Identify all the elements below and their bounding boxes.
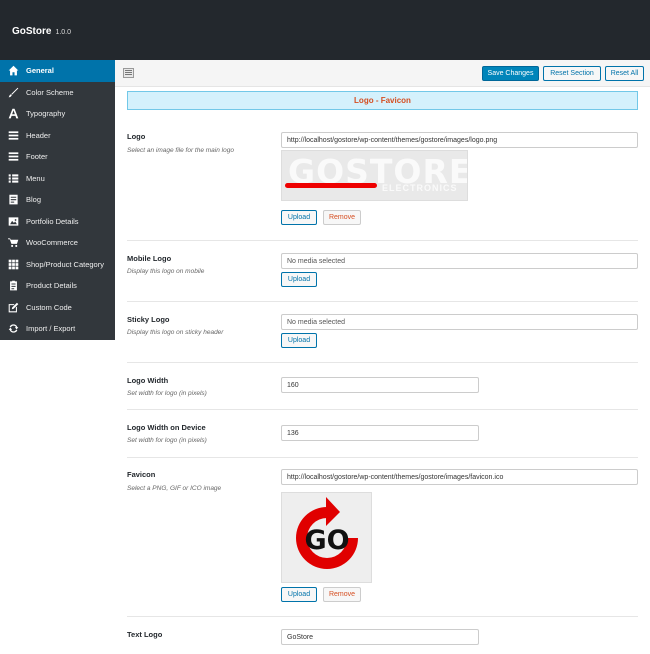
- logo-remove-button[interactable]: Remove: [323, 210, 361, 225]
- favicon-upload-button[interactable]: Upload: [281, 587, 317, 602]
- brand-version: 1.0.0: [55, 29, 72, 36]
- brush-icon: [8, 87, 19, 98]
- text-logo-label: Text Logo: [127, 630, 163, 639]
- cart-icon: [8, 237, 19, 248]
- sidebar-item-footer[interactable]: Footer: [0, 146, 115, 168]
- sidebar-item-label: Product Details: [26, 281, 77, 291]
- logo-width-device-row: Logo Width on Device Set width for logo …: [127, 410, 638, 458]
- sidebar-item-blog[interactable]: Blog: [0, 189, 115, 211]
- edit-icon: [8, 302, 19, 313]
- mobile-logo-upload-button[interactable]: Upload: [281, 272, 317, 287]
- mobile-logo-input[interactable]: No media selected: [281, 253, 638, 269]
- reset-all-button[interactable]: Reset All: [605, 66, 644, 81]
- expand-options-icon[interactable]: [123, 68, 134, 78]
- sidebar-item-label: Header: [26, 130, 51, 140]
- text-logo-row: Text Logo GoStore: [127, 617, 638, 654]
- sidebar-item-label: Shop/Product Category: [26, 259, 104, 269]
- favicon-preview-image: GO: [281, 492, 372, 583]
- sidebar-item-label: Typography: [26, 109, 66, 119]
- sidebar-item-label: Footer: [26, 152, 48, 162]
- sidebar-item-portfolio-details[interactable]: Portfolio Details: [0, 211, 115, 233]
- brand: GoStore 1.0.0: [12, 26, 71, 37]
- sidebar-item-header[interactable]: Header: [0, 125, 115, 147]
- favicon-remove-button[interactable]: Remove: [323, 587, 361, 602]
- sidebar-item-label: General: [26, 66, 54, 76]
- logo-preview-image: GOSTORE ELECTRONICS: [281, 150, 468, 201]
- sidebar-item-product-details[interactable]: Product Details: [0, 275, 115, 297]
- mobile-logo-desc: Display this logo on mobile: [127, 268, 205, 275]
- image-icon: [8, 216, 19, 227]
- mobile-logo-label: Mobile Logo: [127, 254, 172, 263]
- logo-width-device-label: Logo Width on Device: [127, 423, 206, 432]
- sidebar-item-import-export[interactable]: Import / Export: [0, 318, 115, 340]
- reset-section-button[interactable]: Reset Section: [543, 66, 601, 81]
- logo-underline-mark: [285, 183, 377, 188]
- sidebar-item-label: Portfolio Details: [26, 216, 79, 226]
- sticky-logo-upload-button[interactable]: Upload: [281, 333, 317, 348]
- clipboard-icon: [8, 280, 19, 291]
- favicon-go-icon: GO: [296, 497, 358, 569]
- save-changes-button[interactable]: Save Changes: [482, 66, 539, 81]
- menu-lines-icon: [8, 151, 19, 162]
- sidebar-item-label: Import / Export: [26, 324, 76, 334]
- sidebar-item-label: Custom Code: [26, 302, 72, 312]
- options-toolbar: Save Changes Reset Section Reset All: [115, 60, 650, 87]
- sidebar-item-label: Blog: [26, 195, 42, 205]
- refresh-icon: [8, 323, 19, 334]
- home-icon: [8, 65, 19, 76]
- sidebar-item-menu[interactable]: Menu: [0, 168, 115, 190]
- logo-width-desc: Set width for logo (in pixels): [127, 390, 207, 397]
- menu-lines-icon: [8, 130, 19, 141]
- logo-width-device-desc: Set width for logo (in pixels): [127, 437, 207, 444]
- sidebar-item-general[interactable]: General: [0, 60, 115, 82]
- logo-upload-button[interactable]: Upload: [281, 210, 317, 225]
- favicon-text: GO: [304, 525, 349, 556]
- admin-header: GoStore 1.0.0: [0, 0, 650, 60]
- font-icon: [8, 108, 19, 119]
- logo-desc: Select an image file for the main logo: [127, 147, 234, 154]
- sticky-logo-input[interactable]: No media selected: [281, 314, 638, 330]
- favicon-row: Favicon Select a PNG, GIF or ICO image h…: [127, 458, 638, 617]
- logo-preview-sub: ELECTRONICS: [382, 183, 458, 193]
- logo-url-input[interactable]: http://localhost/gostore/wp-content/them…: [281, 132, 638, 148]
- options-sidebar: General Color Scheme Typography Header F…: [0, 60, 115, 340]
- favicon-label: Favicon: [127, 470, 156, 479]
- logo-width-row: Logo Width Set width for logo (in pixels…: [127, 363, 638, 410]
- logo-width-label: Logo Width: [127, 376, 169, 385]
- logo-row: Logo Select an image file for the main l…: [127, 119, 638, 241]
- list-icon: [8, 173, 19, 184]
- sidebar-item-label: Menu: [26, 173, 45, 183]
- logo-label: Logo: [127, 132, 146, 141]
- sidebar-item-typography[interactable]: Typography: [0, 103, 115, 125]
- sidebar-item-color-scheme[interactable]: Color Scheme: [0, 82, 115, 104]
- text-logo-input[interactable]: GoStore: [281, 629, 479, 645]
- favicon-desc: Select a PNG, GIF or ICO image: [127, 485, 222, 492]
- sidebar-item-shop-product-category[interactable]: Shop/Product Category: [0, 254, 115, 276]
- logo-width-input[interactable]: 160: [281, 377, 479, 393]
- grid-icon: [8, 259, 19, 270]
- blog-icon: [8, 194, 19, 205]
- sidebar-item-label: WooCommerce: [26, 238, 78, 248]
- sidebar-item-woocommerce[interactable]: WooCommerce: [0, 232, 115, 254]
- sticky-logo-row: Sticky Logo Display this logo on sticky …: [127, 302, 638, 363]
- mobile-logo-row: Mobile Logo Display this logo on mobile …: [127, 241, 638, 302]
- sticky-logo-desc: Display this logo on sticky header: [127, 329, 224, 336]
- section-title: Logo - Favicon: [127, 91, 638, 110]
- logo-width-device-input[interactable]: 136: [281, 425, 479, 441]
- sidebar-item-custom-code[interactable]: Custom Code: [0, 297, 115, 319]
- sidebar-item-label: Color Scheme: [26, 87, 74, 97]
- brand-name: GoStore: [12, 26, 52, 37]
- sticky-logo-label: Sticky Logo: [127, 315, 170, 324]
- favicon-url-input[interactable]: http://localhost/gostore/wp-content/them…: [281, 469, 638, 485]
